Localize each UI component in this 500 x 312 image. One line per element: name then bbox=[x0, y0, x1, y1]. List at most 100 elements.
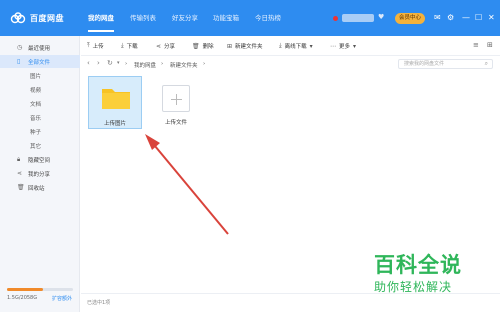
heart-icon[interactable]: ♥ bbox=[378, 13, 384, 21]
app-logo[interactable]: 百度网盘 bbox=[10, 10, 64, 26]
forward-icon[interactable]: › bbox=[97, 59, 100, 67]
more-label: 更多 bbox=[339, 44, 351, 50]
selection-status: 已选中1项 bbox=[87, 300, 111, 306]
share-label: 分享 bbox=[164, 44, 176, 50]
app-title: 百度网盘 bbox=[30, 13, 64, 23]
share-button[interactable]: ⋖ 分享 bbox=[156, 42, 176, 51]
offline-download-label: 离线下载 bbox=[284, 44, 307, 50]
tab-hot-list[interactable]: 今日热榜 bbox=[255, 12, 281, 22]
download-label: 下载 bbox=[126, 44, 138, 50]
download-button[interactable]: ⤓ 下载 bbox=[121, 42, 138, 50]
new-folder-label: 新建文件夹 bbox=[235, 44, 263, 50]
sidebar-item-label: 种子 bbox=[30, 129, 42, 136]
minimize-icon[interactable]: — bbox=[462, 12, 470, 24]
sidebar-item-recycle-bin[interactable]: 🗑︎ 回收站 bbox=[0, 181, 80, 194]
storage-quota-bar bbox=[7, 288, 73, 291]
folder-icon bbox=[102, 89, 130, 109]
upload-button[interactable]: ⤒ 上传 bbox=[87, 42, 104, 50]
trash-icon: 🗑︎ bbox=[17, 184, 25, 191]
share-icon: ⋖ bbox=[156, 42, 162, 50]
search-icon[interactable]: ⌕ bbox=[485, 60, 488, 68]
new-folder-button[interactable]: ⊞ 新建文件夹 bbox=[227, 42, 263, 51]
breadcrumb-separator: › bbox=[161, 61, 164, 67]
path-bar: ‹ › ↻ ▾ › 我的网盘 › 新建文件夹 › 搜索我的网盘文件 ⌕ bbox=[81, 56, 500, 72]
sidebar-item-videos[interactable]: 视频 bbox=[0, 83, 80, 96]
watermark: 百科全说 助你轻松解决 bbox=[374, 253, 492, 295]
maximize-icon[interactable]: ☐ bbox=[475, 12, 482, 24]
more-button[interactable]: ⋯ 更多 ▾ bbox=[330, 42, 357, 51]
folder-tile-upload-images[interactable]: 上传图片 bbox=[88, 76, 142, 129]
sidebar-item-label: 全部文件 bbox=[28, 59, 51, 66]
sidebar-item-label: 音乐 bbox=[30, 115, 42, 122]
settings-icon[interactable]: ⚙ bbox=[447, 12, 454, 24]
title-bar: 百度网盘 我的网盘 传输列表 好友分享 功能宝箱 今日热榜 ♥ 会员中心 ✉ ⚙… bbox=[0, 0, 500, 36]
sidebar-item-label: 视频 bbox=[30, 87, 42, 94]
upload-label: 上传 bbox=[92, 44, 104, 50]
breadcrumb-new-folder[interactable]: 新建文件夹 bbox=[170, 61, 198, 69]
sidebar-item-label: 最近使用 bbox=[28, 45, 51, 52]
breadcrumb-my-disk[interactable]: 我的网盘 bbox=[134, 61, 156, 69]
new-folder-icon: ⊞ bbox=[227, 42, 233, 50]
watermark-title: 百科全说 bbox=[374, 253, 462, 277]
avatar[interactable] bbox=[333, 16, 338, 21]
sidebar-item-label: 隐藏空间 bbox=[28, 157, 51, 164]
sidebar: ◷ 最近使用 ▯ 全部文件 图片 视频 文档 音乐 种子 其它 🔒︎ 隐藏空间 … bbox=[0, 36, 80, 312]
tab-toolbox[interactable]: 功能宝箱 bbox=[213, 12, 239, 22]
sidebar-item-label: 其它 bbox=[30, 143, 42, 150]
file-icon: ▯ bbox=[17, 58, 21, 65]
folder-name: 上传图片 bbox=[103, 121, 126, 127]
grid-view-icon[interactable]: ⊞ bbox=[487, 41, 493, 49]
sidebar-item-label: 回收站 bbox=[28, 185, 45, 192]
vip-center-button[interactable]: 会员中心 bbox=[395, 13, 425, 24]
sort-icon[interactable]: ≡ bbox=[473, 41, 479, 49]
delete-button[interactable]: 🗑︎ 删除 bbox=[192, 42, 214, 51]
offline-download-button[interactable]: ⤓ 离线下载 ▾ bbox=[279, 42, 313, 50]
upload-file-label: 上传文件 bbox=[164, 120, 187, 126]
tab-friend-share[interactable]: 好友分享 bbox=[172, 12, 198, 22]
tab-transfer-list[interactable]: 传输列表 bbox=[130, 12, 156, 22]
plus-icon bbox=[176, 94, 177, 105]
cloud-logo-icon bbox=[10, 12, 26, 24]
chevron-down-icon: ▾ bbox=[309, 42, 313, 50]
breadcrumb-separator: › bbox=[125, 61, 128, 67]
history-dropdown-icon[interactable]: ▾ bbox=[117, 60, 120, 66]
sidebar-item-documents[interactable]: 文档 bbox=[0, 97, 80, 110]
chevron-down-icon: ▾ bbox=[353, 42, 357, 50]
upload-file-tile[interactable]: 上传文件 bbox=[149, 76, 203, 129]
upload-icon: ⤒ bbox=[87, 42, 90, 49]
storage-quota-fill bbox=[7, 288, 44, 291]
sidebar-item-label: 图片 bbox=[30, 73, 42, 80]
arrow-head bbox=[145, 134, 160, 150]
delete-label: 删除 bbox=[202, 44, 214, 50]
breadcrumb-separator: › bbox=[203, 61, 206, 67]
trash-icon: 🗑︎ bbox=[192, 42, 200, 50]
username-blurred[interactable] bbox=[342, 14, 374, 22]
more-icon: ⋯ bbox=[330, 42, 336, 50]
sidebar-item-all-files[interactable]: ▯ 全部文件 bbox=[0, 55, 80, 68]
status-bar: 已选中1项 bbox=[81, 293, 500, 312]
tab-my-disk[interactable]: 我的网盘 bbox=[88, 12, 114, 32]
sidebar-item-music[interactable]: 音乐 bbox=[0, 111, 80, 124]
storage-quota-text: 1.5G/2058G bbox=[7, 295, 38, 301]
arrow-shaft bbox=[149, 139, 229, 235]
watermark-subtitle: 助你轻松解决 bbox=[374, 280, 453, 294]
search-input[interactable]: 搜索我的网盘文件 ⌕ bbox=[398, 59, 493, 69]
sidebar-item-torrents[interactable]: 种子 bbox=[0, 125, 80, 138]
mail-icon[interactable]: ✉ bbox=[434, 12, 441, 24]
clock-icon: ◷ bbox=[17, 44, 23, 51]
sidebar-item-my-share[interactable]: ⋖ 我的分享 bbox=[0, 167, 80, 180]
add-file-box bbox=[162, 85, 190, 112]
lock-icon: 🔒︎ bbox=[17, 155, 21, 163]
sidebar-item-other[interactable]: 其它 bbox=[0, 139, 80, 152]
back-icon[interactable]: ‹ bbox=[87, 59, 90, 67]
download-icon: ⤓ bbox=[121, 42, 124, 49]
expand-storage-link[interactable]: 扩容额外 bbox=[52, 295, 72, 302]
sidebar-item-images[interactable]: 图片 bbox=[0, 69, 80, 82]
share-icon: ⋖ bbox=[17, 170, 23, 177]
sidebar-item-recent[interactable]: ◷ 最近使用 bbox=[0, 41, 80, 54]
sidebar-item-hidden-space[interactable]: 🔒︎ 隐藏空间 bbox=[0, 153, 80, 166]
close-icon[interactable]: ✕ bbox=[488, 12, 495, 24]
search-placeholder: 搜索我的网盘文件 bbox=[404, 61, 445, 67]
refresh-icon[interactable]: ↻ bbox=[107, 59, 113, 67]
sidebar-item-label: 文档 bbox=[30, 101, 42, 108]
